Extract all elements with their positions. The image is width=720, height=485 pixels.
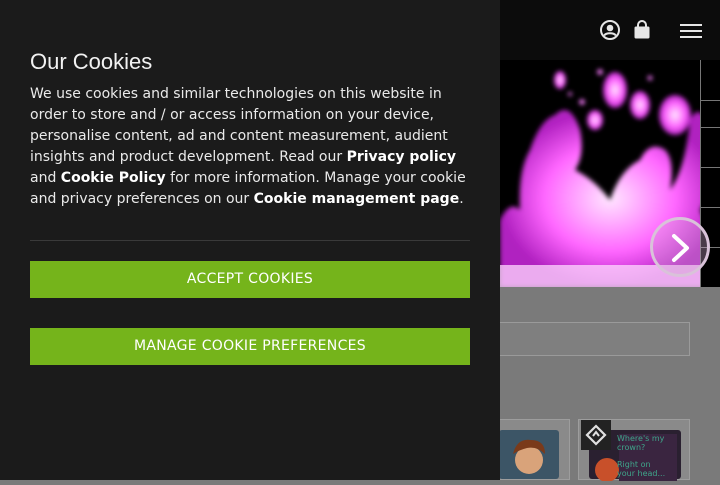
thumbnail-divider xyxy=(701,127,720,128)
carousel-next-button[interactable] xyxy=(650,217,710,277)
cookie-consent-panel: Our Cookies We use cookies and similar t… xyxy=(0,0,500,480)
thumbnail-divider xyxy=(701,167,720,168)
thumbnail-divider xyxy=(701,207,720,208)
cookie-description: We use cookies and similar technologies … xyxy=(30,84,475,210)
comic-caption: crown? xyxy=(617,443,646,452)
user-account-icon[interactable] xyxy=(598,18,622,42)
cookie-title: Our Cookies xyxy=(30,49,153,74)
comic-caption: your head... xyxy=(617,469,666,478)
divider xyxy=(30,240,470,241)
cookie-text: and xyxy=(30,170,61,186)
privacy-policy-link[interactable]: Privacy policy xyxy=(347,149,457,165)
shopping-bag-icon[interactable] xyxy=(630,18,654,42)
search-input[interactable] xyxy=(480,322,690,356)
hamburger-menu-icon[interactable] xyxy=(678,22,704,40)
product-card[interactable]: Where's my crown? Right on your head... xyxy=(578,419,690,482)
product-card[interactable] xyxy=(488,419,570,480)
chevron-right-icon xyxy=(672,234,689,262)
pin-badge[interactable] xyxy=(581,420,611,450)
manage-cookie-preferences-button[interactable]: MANAGE COOKIE PREFERENCES xyxy=(30,328,470,365)
thumbnail-divider xyxy=(701,100,720,101)
comic-caption: Right on xyxy=(617,460,651,469)
product-thumbnail xyxy=(499,430,559,479)
cookie-management-link[interactable]: Cookie management page xyxy=(254,191,460,207)
accept-cookies-button[interactable]: ACCEPT COOKIES xyxy=(30,261,470,298)
cookie-text: . xyxy=(459,191,464,207)
diamond-arrow-icon xyxy=(585,424,607,446)
cookie-policy-link[interactable]: Cookie Policy xyxy=(61,170,166,186)
comic-caption: Where's my xyxy=(617,434,665,443)
